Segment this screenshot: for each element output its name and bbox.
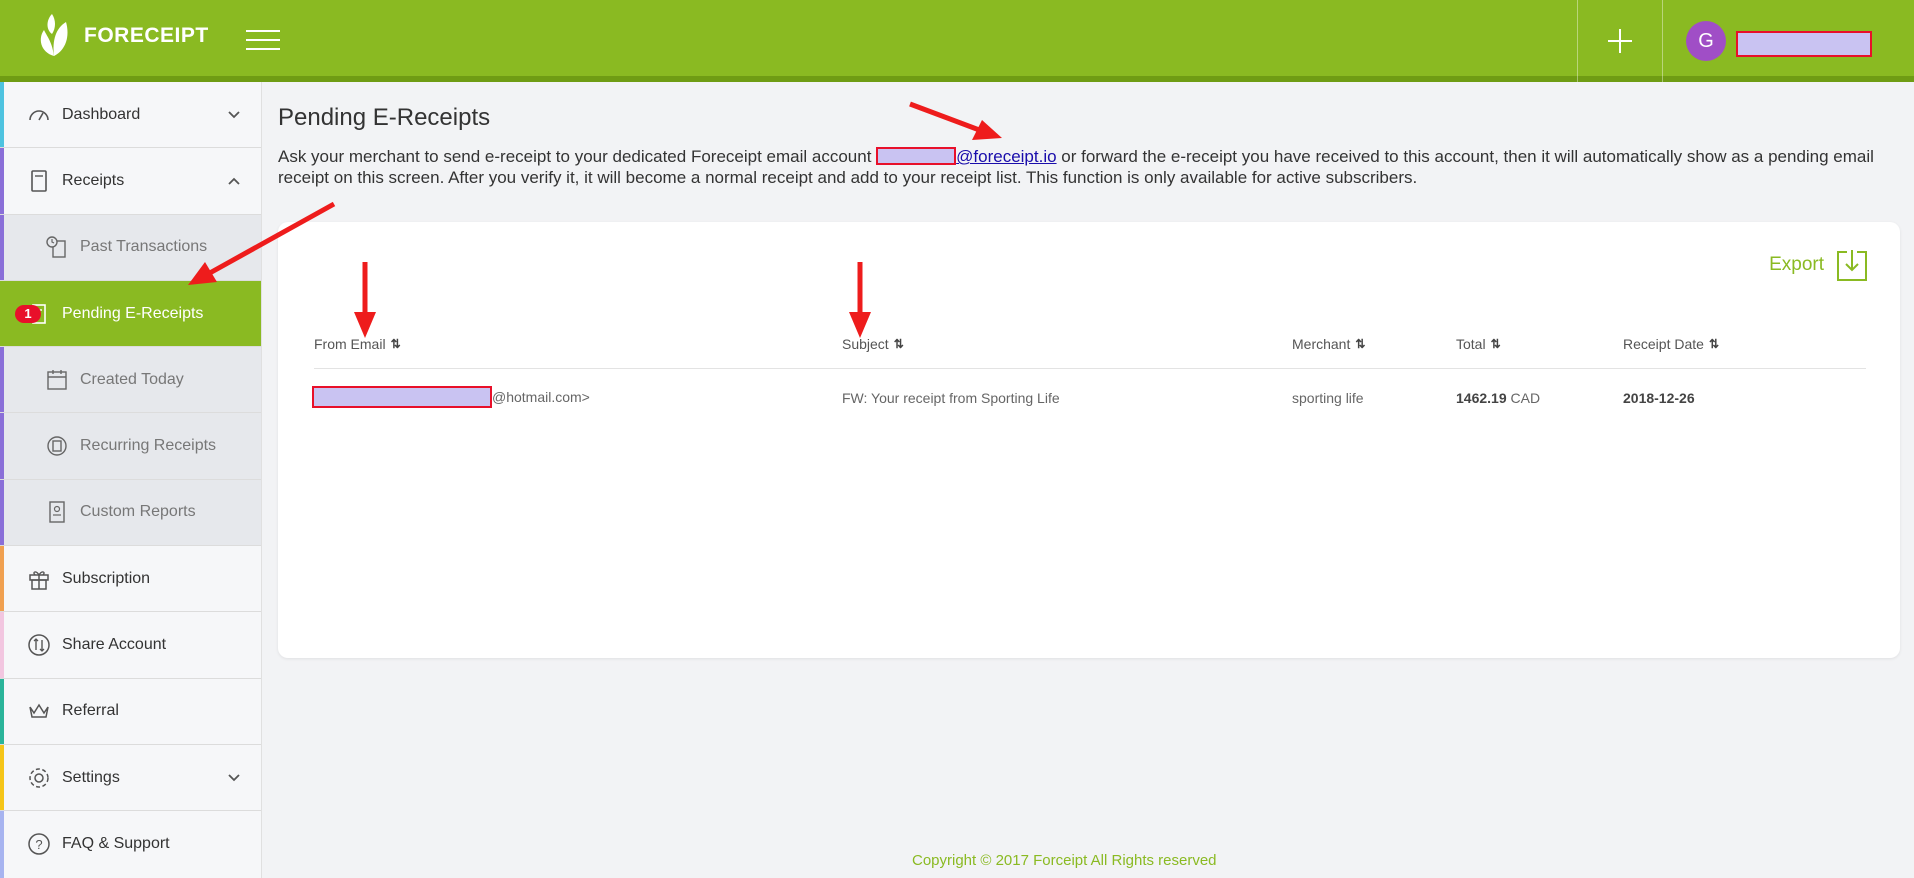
sidebar-item-label: Share Account bbox=[62, 636, 167, 654]
sort-icon: ⇅ bbox=[1708, 337, 1719, 351]
sidebar-item-recurring-receipts[interactable]: Recurring Receipts bbox=[0, 413, 261, 480]
chevron-up-icon bbox=[228, 177, 240, 185]
color-stripe bbox=[0, 214, 4, 280]
description-text: Ask your merchant to send e-receipt to y… bbox=[278, 147, 877, 166]
sidebar-item-subscription[interactable]: Subscription bbox=[0, 546, 261, 613]
column-label: Merchant bbox=[1292, 336, 1351, 352]
history-icon bbox=[44, 234, 70, 260]
sidebar-item-created-today[interactable]: Created Today bbox=[0, 347, 261, 414]
sidebar-item-past-transactions[interactable]: Past Transactions bbox=[0, 214, 261, 281]
gift-icon bbox=[26, 566, 52, 592]
color-stripe bbox=[0, 479, 4, 546]
table-header-divider bbox=[314, 368, 1866, 369]
color-stripe bbox=[0, 347, 4, 413]
pending-receipts-card: Export From Email ⇅ Subject ⇅ Merchant ⇅ To… bbox=[278, 222, 1900, 658]
calendar-icon bbox=[44, 367, 70, 393]
sidebar-item-label: Past Transactions bbox=[80, 238, 208, 256]
column-label: Subject bbox=[842, 336, 889, 352]
sidebar-item-referral[interactable]: Referral bbox=[0, 678, 261, 745]
sort-icon: ⇅ bbox=[893, 337, 904, 351]
color-stripe bbox=[0, 744, 4, 811]
sidebar-item-label: Referral bbox=[62, 702, 119, 720]
color-stripe bbox=[0, 811, 4, 878]
crown-icon bbox=[26, 698, 52, 724]
color-stripe bbox=[0, 612, 4, 678]
pending-count-badge: 1 bbox=[15, 304, 41, 323]
email-domain: @hotmail.com> bbox=[492, 389, 590, 405]
column-header-from-email[interactable]: From Email ⇅ bbox=[314, 336, 401, 352]
leaf-logo-icon bbox=[40, 14, 68, 56]
sidebar-item-faq-support[interactable]: ? FAQ & Support bbox=[0, 811, 261, 878]
sidebar-item-label: Dashboard bbox=[62, 105, 141, 123]
cell-total: 1462.19 CAD bbox=[1456, 390, 1540, 406]
total-currency: CAD bbox=[1510, 390, 1541, 406]
sidebar-item-dashboard[interactable]: Dashboard bbox=[0, 82, 261, 149]
column-header-total[interactable]: Total ⇅ bbox=[1456, 336, 1501, 352]
gear-icon bbox=[26, 765, 52, 791]
add-receipt-button[interactable] bbox=[1578, 0, 1662, 82]
column-label: Total bbox=[1456, 336, 1486, 352]
dedicated-email-link[interactable]: @foreceipt.io bbox=[956, 147, 1056, 166]
speedometer-icon bbox=[26, 102, 52, 128]
footer-copyright: Copyright © 2017 Forceipt All Rights res… bbox=[912, 852, 1217, 869]
report-icon bbox=[44, 499, 70, 525]
question-icon: ? bbox=[26, 831, 52, 857]
color-stripe bbox=[0, 413, 4, 479]
menu-toggle-icon[interactable] bbox=[246, 30, 280, 52]
color-stripe bbox=[0, 546, 4, 612]
sidebar-item-label: FAQ & Support bbox=[62, 835, 170, 853]
page-description: Ask your merchant to send e-receipt to y… bbox=[278, 146, 1878, 188]
username-redacted[interactable] bbox=[1736, 31, 1872, 57]
sort-icon: ⇅ bbox=[1355, 337, 1366, 351]
user-avatar[interactable]: G bbox=[1686, 21, 1726, 61]
sort-icon: ⇅ bbox=[1490, 337, 1501, 351]
table-row[interactable]: @hotmail.com> FW: Your receipt from Spor… bbox=[278, 382, 1900, 420]
sidebar-item-receipts[interactable]: Receipts bbox=[0, 148, 261, 215]
total-amount: 1462.19 bbox=[1456, 390, 1507, 406]
sidebar-item-label: Subscription bbox=[62, 569, 151, 587]
sidebar-item-label: Receipts bbox=[62, 171, 125, 189]
plus-icon bbox=[1608, 29, 1632, 53]
arrow-to-email-domain bbox=[909, 101, 1002, 140]
receipt-icon bbox=[26, 168, 52, 194]
cell-subject: FW: Your receipt from Sporting Life bbox=[842, 390, 1060, 406]
download-icon bbox=[1837, 250, 1867, 281]
cell-receipt-date: 2018-12-26 bbox=[1623, 390, 1695, 406]
sidebar-item-label: Pending E-Receipts bbox=[62, 304, 204, 322]
chevron-down-icon bbox=[228, 111, 240, 118]
page-title: Pending E-Receipts bbox=[278, 104, 491, 131]
sidebar-item-label: Settings bbox=[62, 768, 120, 786]
column-header-subject[interactable]: Subject ⇅ bbox=[842, 336, 904, 352]
share-icon bbox=[26, 632, 52, 658]
column-label: From Email bbox=[314, 336, 386, 352]
sidebar-item-label: Created Today bbox=[80, 370, 184, 388]
svg-text:?: ? bbox=[35, 837, 42, 852]
column-header-receipt-date[interactable]: Receipt Date ⇅ bbox=[1623, 336, 1719, 352]
sender-email-redacted bbox=[312, 386, 492, 408]
cell-from-email: @hotmail.com> bbox=[312, 386, 590, 408]
sort-icon: ⇅ bbox=[390, 337, 401, 351]
top-header: FORECEIPT G bbox=[0, 0, 1914, 82]
sidebar-item-custom-reports[interactable]: Custom Reports bbox=[0, 479, 261, 547]
sidebar-item-pending-e-receipts[interactable]: 1 Pending E-Receipts bbox=[0, 280, 261, 348]
account-email-redacted bbox=[876, 147, 957, 165]
color-stripe bbox=[0, 148, 4, 214]
column-label: Receipt Date bbox=[1623, 336, 1704, 352]
export-label: Export bbox=[1769, 254, 1824, 275]
recurring-icon bbox=[44, 433, 70, 459]
sidebar: Dashboard Receipts Past Transactions 1 P… bbox=[0, 82, 262, 878]
export-button[interactable]: Export bbox=[1769, 248, 1868, 282]
sidebar-item-label: Recurring Receipts bbox=[80, 437, 217, 455]
cell-merchant: sporting life bbox=[1292, 390, 1364, 406]
column-header-merchant[interactable]: Merchant ⇅ bbox=[1292, 336, 1365, 352]
header-divider bbox=[1662, 0, 1663, 82]
color-stripe bbox=[0, 678, 4, 744]
sidebar-item-label: Custom Reports bbox=[80, 503, 196, 521]
chevron-down-icon bbox=[228, 773, 240, 781]
color-stripe bbox=[0, 82, 4, 148]
sidebar-item-share-account[interactable]: Share Account bbox=[0, 612, 261, 679]
sidebar-item-settings[interactable]: Settings bbox=[0, 744, 261, 812]
logo[interactable]: FORECEIPT bbox=[32, 12, 209, 60]
brand-name: FORECEIPT bbox=[84, 24, 209, 47]
